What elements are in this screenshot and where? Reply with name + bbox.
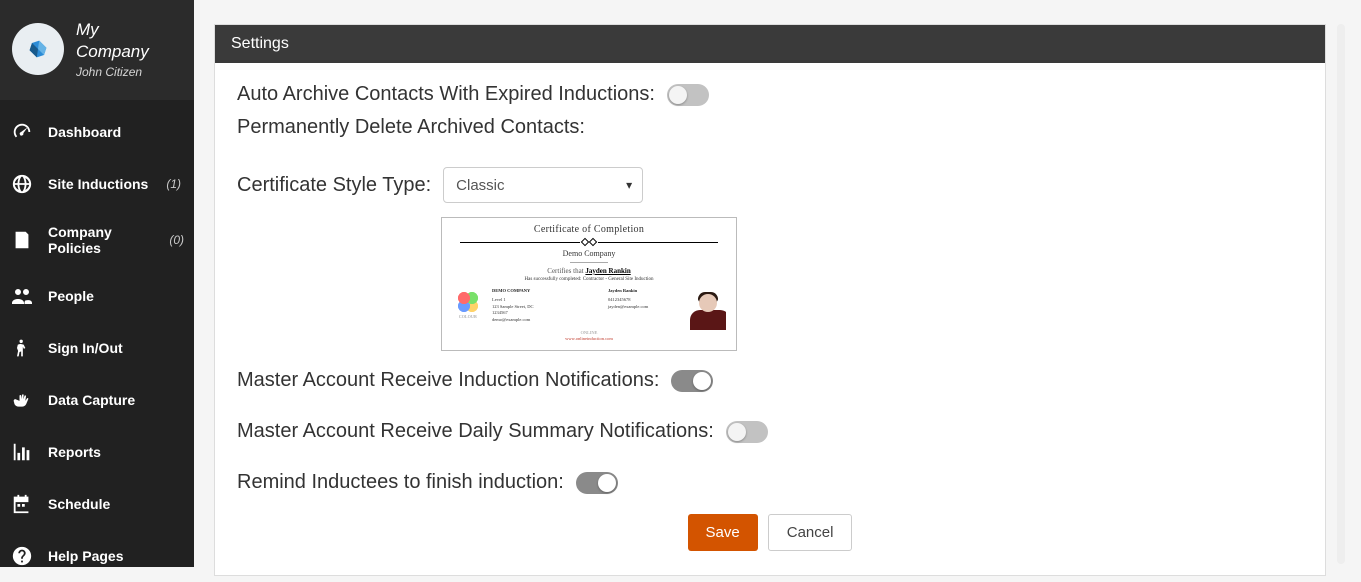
chart-icon [10,440,34,464]
cert-description: Has successfully completed: Contractor -… [450,277,728,282]
nav-company-policies[interactable]: Company Policies (0) [0,210,194,270]
nav-label: Site Inductions [48,176,148,192]
company-logo [12,23,64,75]
setting-label: Auto Archive Contacts With Expired Induc… [237,83,655,106]
link-icon [21,32,55,66]
nav-sign-in-out[interactable]: Sign In/Out [0,322,194,374]
nav-people[interactable]: People [0,270,194,322]
calendar-icon [10,492,34,516]
row-remind-inductees: Remind Inductees to finish induction: [237,471,1303,494]
row-master-daily-notifs: Master Account Receive Daily Summary Not… [237,420,1303,443]
toggle-auto-archive[interactable] [667,84,709,106]
company-name: My Company [76,19,149,63]
main: Settings Auto Archive Contacts With Expi… [194,0,1361,567]
nav-label: Company Policies [48,224,151,256]
setting-label: Permanently Delete Archived Contacts: [237,116,585,139]
nav-help[interactable]: Help Pages [0,530,194,582]
cert-left-col: Demo Company Level 1 123 Sample Street, … [492,288,602,324]
nav-label: Dashboard [48,124,121,140]
cert-divider [460,237,718,247]
nav-label: Reports [48,444,101,460]
scrollbar[interactable] [1337,24,1345,564]
cert-logo-box: COLOUR [450,292,486,324]
row-master-induction-notifs: Master Account Receive Induction Notific… [237,369,1303,392]
save-button[interactable]: Save [688,514,758,551]
nav-badge: (0) [169,233,184,247]
cert-company: Demo Company [450,249,728,258]
row-permanent-delete: Permanently Delete Archived Contacts: [237,116,1303,139]
cert-bottom-note: ONLINE [450,330,728,335]
nav-label: Data Capture [48,392,135,408]
toggle-master-induction[interactable] [671,370,713,392]
user-name: John Citizen [76,65,149,79]
nav-label: Sign In/Out [48,340,123,356]
cert-right-col: Jayden Rankin 0412345678 jayden@example.… [608,288,728,324]
nav-data-capture[interactable]: Data Capture [0,374,194,426]
company-block: My Company John Citizen [76,19,149,79]
nav-site-inductions[interactable]: Site Inductions (1) [0,158,194,210]
help-icon [10,544,34,568]
select-value: Classic [456,177,504,194]
nav: Dashboard Site Inductions (1) Company Po… [0,100,194,582]
toggle-master-daily[interactable] [726,421,768,443]
nav-label: People [48,288,94,304]
row-auto-archive: Auto Archive Contacts With Expired Induc… [237,83,1303,106]
setting-label: Certificate Style Type: [237,174,431,197]
nav-dashboard[interactable]: Dashboard [0,106,194,158]
cancel-button[interactable]: Cancel [768,514,853,551]
nav-reports[interactable]: Reports [0,426,194,478]
inductee-photo [690,288,726,332]
sidebar: My Company John Citizen Dashboard Site I… [0,0,194,567]
hand-icon [10,388,34,412]
cert-left-heading: Demo Company [492,288,602,295]
nav-badge: (1) [166,177,181,191]
cert-left-lines: Level 1 123 Sample Street, DC 1234567 de… [492,297,602,324]
select-cert-style[interactable]: Classic [443,167,643,203]
globe-icon [10,172,34,196]
nav-label: Schedule [48,496,110,512]
setting-label: Remind Inductees to finish induction: [237,471,564,494]
panel-body: Auto Archive Contacts With Expired Induc… [215,63,1325,575]
document-icon [10,228,34,252]
cert-logo-label: COLOUR [459,314,477,319]
nav-label: Help Pages [48,548,123,564]
panel-title: Settings [215,25,1325,63]
setting-label: Master Account Receive Daily Summary Not… [237,420,714,443]
certificate-preview: Certificate of Completion Demo Company C… [441,217,737,351]
nav-schedule[interactable]: Schedule [0,478,194,530]
cert-logo-icon [458,292,478,312]
row-cert-style: Certificate Style Type: Classic [237,167,1303,203]
setting-label: Master Account Receive Induction Notific… [237,369,659,392]
cert-columns: COLOUR Demo Company Level 1 123 Sample S… [450,288,728,324]
sidebar-header: My Company John Citizen [0,0,194,100]
cert-link: www.onlineinduction.com [450,336,728,341]
gauge-icon [10,120,34,144]
action-row: Save Cancel [237,514,1303,551]
cert-smallline [570,262,608,263]
cert-title: Certificate of Completion [450,224,728,235]
walk-icon [10,336,34,360]
people-icon [10,284,34,308]
cert-certifies: Certifies that Jayden Rankin [450,267,728,275]
settings-panel: Settings Auto Archive Contacts With Expi… [214,24,1326,576]
toggle-remind-inductees[interactable] [576,472,618,494]
